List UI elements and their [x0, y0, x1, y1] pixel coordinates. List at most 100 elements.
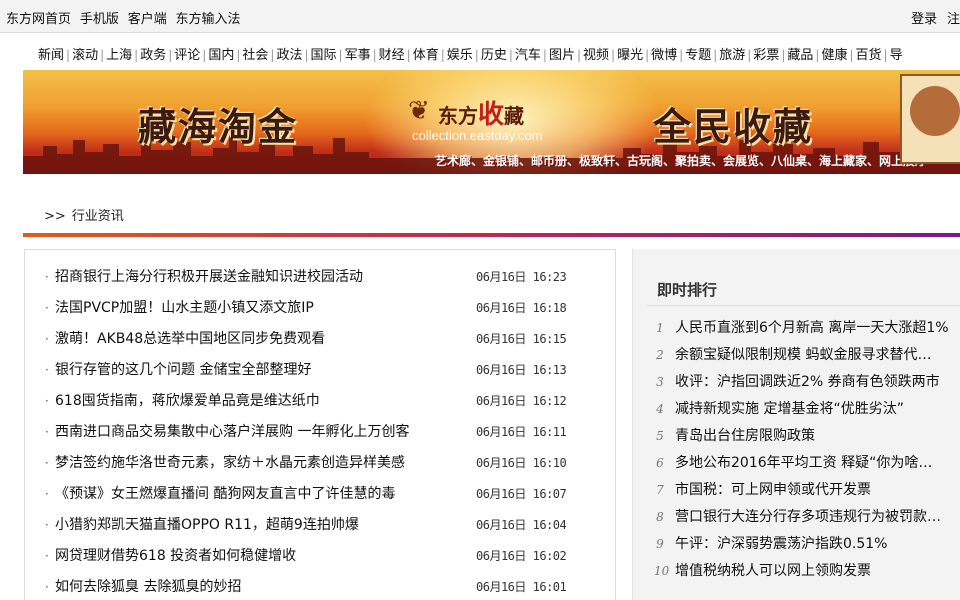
- bullet-icon: ·: [45, 386, 49, 417]
- nav-item[interactable]: 曝光: [615, 44, 645, 62]
- site-url: collection.eastday.com: [412, 128, 543, 143]
- news-item: ·法国PVCP加盟！山水主题小镇又添文旅IP06月16日 16:18: [25, 293, 615, 324]
- nav-item[interactable]: 视频: [581, 44, 611, 62]
- bullet-icon: ·: [45, 417, 49, 448]
- register-link[interactable]: 注: [947, 12, 960, 27]
- ranking-link[interactable]: 营口银行大连分行存多项违规行为被罚款…: [675, 504, 960, 531]
- nav-item[interactable]: 藏品: [785, 44, 815, 62]
- nav-item[interactable]: 国际: [309, 44, 339, 62]
- news-item: ·招商银行上海分行积极开展送金融知识进校园活动 06月16日 16:23: [25, 262, 615, 293]
- news-title-link[interactable]: 梦洁签约施华洛世奇元素，家纺＋水晶元素创造异样美感: [55, 448, 405, 479]
- nav-item[interactable]: 体育: [411, 44, 441, 62]
- ranking-panel: 即时排行 1人民币直涨到6个月新高 离岸一天大涨超1%2余额宝疑似限制规模 蚂蚁…: [632, 249, 960, 600]
- ranking-item: 10 增值税纳税人可以网上领购发票: [633, 558, 960, 585]
- news-title-link[interactable]: 《预谋》女王燃爆直播间 酷狗网友直言中了许佳慧的毒: [55, 479, 395, 510]
- nav-item[interactable]: 健康: [819, 44, 849, 62]
- ranking-link[interactable]: 人民币直涨到6个月新高 离岸一天大涨超1%: [675, 315, 960, 342]
- news-time: 06月16日 16:01: [476, 572, 566, 600]
- ranking-link[interactable]: 增值税纳税人可以网上领购发票: [675, 558, 960, 585]
- nav-item[interactable]: 国内: [206, 44, 236, 62]
- news-item: ·如何去除狐臭 去除狐臭的妙招06月16日 16:01: [25, 572, 615, 600]
- nav-item[interactable]: 旅游: [717, 44, 747, 62]
- breadcrumb-label[interactable]: 行业资讯: [72, 209, 124, 224]
- nav-item[interactable]: 百货: [854, 44, 884, 62]
- rank-number: 9: [654, 531, 666, 558]
- ranking-link[interactable]: 减持新规实施 定增基金将“优胜劣汰”: [675, 396, 960, 423]
- ranking-link[interactable]: 午评：沪深弱势震荡沪指跌0.51%: [675, 531, 960, 558]
- nav-item[interactable]: 专题: [683, 44, 713, 62]
- bullet-icon: ·: [45, 510, 49, 541]
- ranking-item: 1人民币直涨到6个月新高 离岸一天大涨超1%: [633, 315, 960, 342]
- client-link[interactable]: 客户端: [128, 12, 167, 27]
- nav-item[interactable]: 政法: [274, 44, 304, 62]
- news-title-link[interactable]: 银行存管的这几个问题 金储宝全部整理好: [55, 355, 311, 386]
- bullet-icon: ·: [45, 541, 49, 572]
- banner-tags: 艺术廊、金银铺、邮币册、极致轩、古玩阁、聚拍卖、会展览、八仙桌、海上藏家、网上展…: [435, 152, 927, 169]
- news-list-panel: ·招商银行上海分行积极开展送金融知识进校园活动06月16日 16:23·法国PV…: [24, 249, 616, 600]
- rank-number: 7: [654, 477, 666, 504]
- nav-item[interactable]: 彩票: [751, 44, 781, 62]
- home-link[interactable]: 东方网首页: [6, 12, 71, 27]
- nav-item[interactable]: 评论: [172, 44, 202, 62]
- news-title-link[interactable]: 小猎豹郑凯天猫直播OPPO R11，超萌9连拍帅爆: [55, 510, 359, 541]
- news-time: 06月16日 16:11: [476, 417, 566, 448]
- nav-item[interactable]: 军事: [343, 44, 373, 62]
- brand-name: 东方收藏: [438, 94, 524, 131]
- nav-item[interactable]: 图片: [547, 44, 577, 62]
- news-time: 06月16日 16:07: [476, 479, 566, 510]
- banner-title-right: 全民收藏: [653, 96, 813, 151]
- news-list: ·招商银行上海分行积极开展送金融知识进校园活动06月16日 16:23·法国PV…: [25, 250, 615, 600]
- news-title-link[interactable]: 法国PVCP加盟！山水主题小镇又添文旅IP: [55, 293, 314, 324]
- breadcrumb: >> 行业资讯: [44, 205, 124, 224]
- nav-item[interactable]: 新闻: [36, 44, 66, 62]
- breadcrumb-arrows: >>: [44, 209, 66, 224]
- news-item: ·《预谋》女王燃爆直播间 酷狗网友直言中了许佳慧的毒 06月16日 16:07: [25, 479, 615, 510]
- bullet-icon: ·: [45, 448, 49, 479]
- ranking-item: 4 减持新规实施 定增基金将“优胜劣汰”: [633, 396, 960, 423]
- rank-number: 4: [654, 396, 666, 423]
- ranking-item: 9 午评：沪深弱势震荡沪指跌0.51%: [633, 531, 960, 558]
- nav-item[interactable]: 滚动: [70, 44, 100, 62]
- nav-item[interactable]: 社会: [240, 44, 270, 62]
- nav-item[interactable]: 政务: [138, 44, 168, 62]
- news-item: ·小猎豹郑凯天猫直播OPPO R11，超萌9连拍帅爆06月16日 16:04: [25, 510, 615, 541]
- bullet-icon: ·: [45, 355, 49, 386]
- ranking-link[interactable]: 市国税：可上网申领或代开发票: [675, 477, 960, 504]
- stamp-image: [900, 74, 960, 164]
- bullet-icon: ·: [45, 479, 49, 510]
- rank-number: 10: [654, 558, 666, 585]
- nav-item[interactable]: 上海: [104, 44, 134, 62]
- nav-item[interactable]: 汽车: [513, 44, 543, 62]
- nav-item[interactable]: 历史: [479, 44, 509, 62]
- nav-item[interactable]: 微博: [649, 44, 679, 62]
- nav-item[interactable]: 财经: [377, 44, 407, 62]
- news-item: ·西南进口商品交易集散中心落户洋展购 一年孵化上万创客 06月16日 16:11: [25, 417, 615, 448]
- news-title-link[interactable]: 网贷理财借势618 投资者如何稳健增收: [55, 541, 296, 572]
- login-link[interactable]: 登录: [911, 12, 937, 27]
- ranking-link[interactable]: 青岛出台住房限购政策: [675, 423, 960, 450]
- news-title-link[interactable]: 如何去除狐臭 去除狐臭的妙招: [55, 572, 241, 600]
- channel-nav: 新闻|滚动|上海|政务|评论|国内|社会|政法|国际|军事|财经|体育|娱乐|历…: [36, 44, 960, 62]
- news-title-link[interactable]: 招商银行上海分行积极开展送金融知识进校园活动: [55, 262, 363, 293]
- ranking-link[interactable]: 余额宝疑似限制规模 蚂蚁金服寻求替代…: [675, 342, 960, 369]
- nav-item[interactable]: 娱乐: [445, 44, 475, 62]
- news-time: 06月16日 16:23: [476, 262, 566, 293]
- ranking-link[interactable]: 收评：沪指回调跌近2% 券商有色领跌两市: [675, 369, 960, 396]
- nav-item[interactable]: 导: [888, 44, 905, 62]
- bullet-icon: ·: [45, 262, 49, 293]
- news-title-link[interactable]: 西南进口商品交易集散中心落户洋展购 一年孵化上万创客: [55, 417, 409, 448]
- ranking-divider: [647, 305, 960, 306]
- news-item: ·激萌！AKB48总选举中国地区同步免费观看06月16日 16:15: [25, 324, 615, 355]
- input-method-link[interactable]: 东方输入法: [176, 12, 241, 27]
- rank-number: 3: [654, 369, 666, 396]
- news-time: 06月16日 16:13: [476, 355, 566, 386]
- rank-number: 5: [654, 423, 666, 450]
- ranking-item: 7 市国税：可上网申领或代开发票: [633, 477, 960, 504]
- ranking-link[interactable]: 多地公布2016年平均工资 释疑“你为啥…: [675, 450, 960, 477]
- account-links: 登录 注: [905, 8, 960, 27]
- mobile-link[interactable]: 手机版: [80, 12, 119, 27]
- collection-banner[interactable]: 藏海淘金 ❦ 东方收藏 collection.eastday.com 全民收藏 …: [23, 70, 960, 174]
- news-title-link[interactable]: 618囤货指南，蒋欣爆爱单品竟是维达纸巾: [55, 386, 320, 417]
- news-title-link[interactable]: 激萌！AKB48总选举中国地区同步免费观看: [55, 324, 325, 355]
- news-item: ·梦洁签约施华洛世奇元素，家纺＋水晶元素创造异样美感06月16日 16:10: [25, 448, 615, 479]
